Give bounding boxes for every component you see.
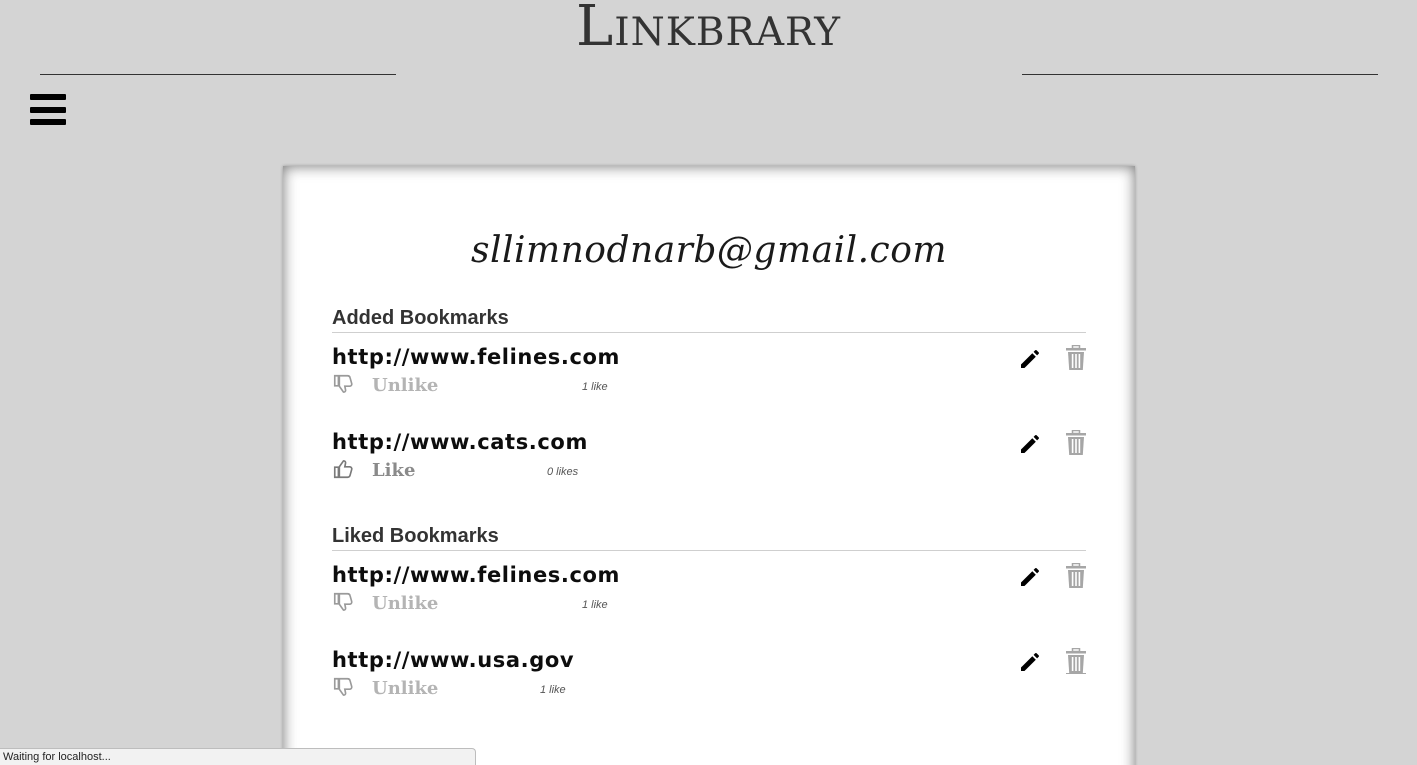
bookmark-url-link[interactable]: http://www.usa.gov (332, 648, 574, 672)
pencil-edit-icon[interactable] (1018, 432, 1042, 456)
header-divider-left (40, 74, 396, 75)
added-bookmarks-heading: Added Bookmarks (332, 307, 1086, 333)
profile-card: sllimnodnarb@gmail.com Added Bookmarks h… (283, 166, 1135, 765)
pencil-edit-icon[interactable] (1018, 565, 1042, 589)
trash-icon[interactable] (1065, 430, 1087, 456)
bookmark-url-link[interactable]: http://www.felines.com (332, 563, 620, 587)
like-count: 1 like (582, 599, 608, 611)
trash-icon[interactable] (1065, 563, 1087, 589)
page: Linkbrary sllimnodnarb@gmail.com Added B… (0, 0, 1417, 765)
thumbs-down-icon[interactable] (332, 373, 354, 395)
header-divider-right (1022, 74, 1378, 75)
site-title: Linkbrary (0, 0, 1417, 62)
thumbs-down-icon[interactable] (332, 676, 354, 698)
browser-status-bar: Waiting for localhost... (0, 748, 476, 765)
like-count: 1 like (540, 684, 566, 696)
bookmark-url-link[interactable]: http://www.cats.com (332, 430, 588, 454)
trash-icon[interactable] (1065, 648, 1087, 674)
bookmark-item: http://www.felines.com Unlike 1 like (332, 563, 1086, 633)
unlike-button[interactable]: Unlike (372, 375, 438, 396)
like-count: 0 likes (547, 466, 579, 478)
bookmark-item: http://www.usa.gov Unlike 1 like (332, 648, 1086, 718)
liked-bookmarks-heading: Liked Bookmarks (332, 525, 1086, 551)
bookmark-item: http://www.cats.com Like 0 likes (332, 430, 1086, 500)
user-email: sllimnodnarb@gmail.com (470, 230, 948, 271)
pencil-edit-icon[interactable] (1018, 347, 1042, 371)
like-count: 1 like (582, 381, 608, 393)
pencil-edit-icon[interactable] (1018, 650, 1042, 674)
trash-icon[interactable] (1065, 345, 1087, 371)
bookmark-item: http://www.felines.com Unlike 1 like (332, 345, 1086, 415)
unlike-button[interactable]: Unlike (372, 593, 438, 614)
thumbs-up-icon[interactable] (332, 458, 354, 480)
thumbs-down-icon[interactable] (332, 591, 354, 613)
bookmark-url-link[interactable]: http://www.felines.com (332, 345, 620, 369)
site-title-text: Linkbrary (576, 0, 841, 59)
hamburger-menu-icon[interactable] (30, 94, 66, 130)
like-button[interactable]: Like (372, 460, 415, 481)
unlike-button[interactable]: Unlike (372, 678, 438, 699)
